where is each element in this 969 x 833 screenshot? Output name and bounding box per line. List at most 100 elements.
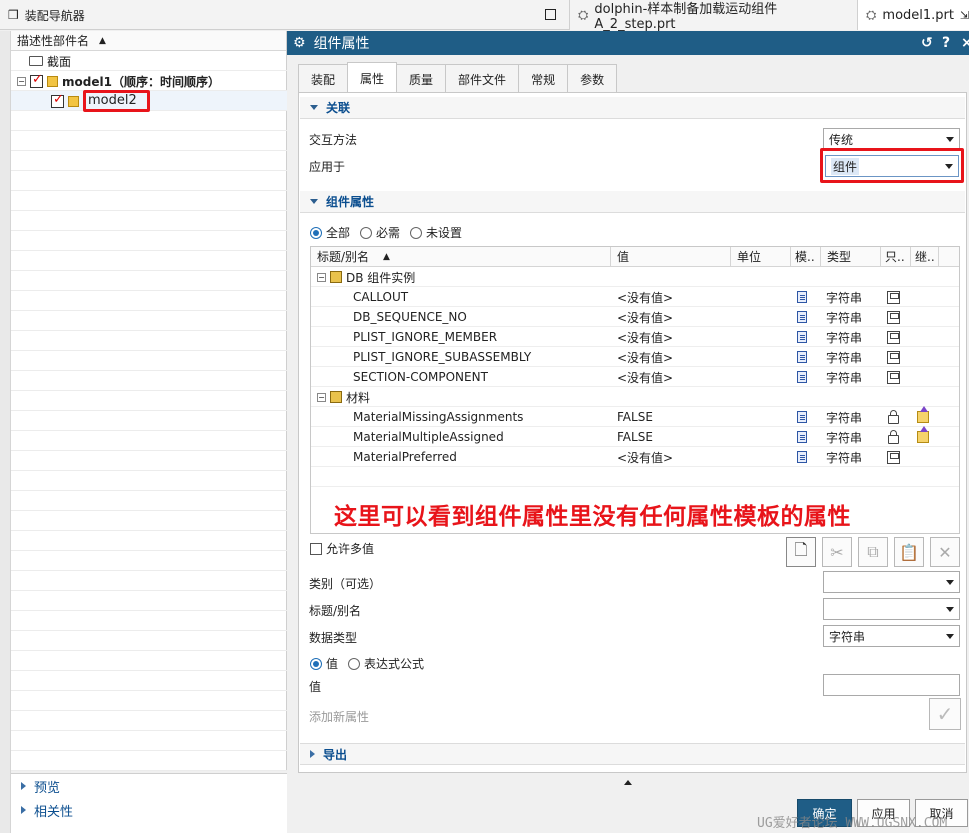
tree-item-model1[interactable]: − model1（顺序：时间顺序） bbox=[17, 71, 220, 91]
interaction-method-select[interactable]: 传统 bbox=[823, 128, 960, 150]
tree-item-model2[interactable]: model2 bbox=[51, 90, 150, 112]
tree-label: model1（顺序：时间顺序） bbox=[62, 74, 220, 89]
sort-ascending-icon: ▲ bbox=[99, 35, 106, 46]
maximize-icon[interactable] bbox=[545, 9, 556, 20]
lock-icon bbox=[888, 429, 899, 444]
visibility-checkbox[interactable] bbox=[30, 72, 43, 88]
section-association-header[interactable]: 关联 bbox=[300, 97, 965, 119]
cell-value: FALSE bbox=[617, 410, 653, 424]
tab-mass[interactable]: 质量 bbox=[396, 64, 447, 93]
chevron-down-icon bbox=[946, 580, 954, 585]
section-component-attributes-header[interactable]: 组件属性 bbox=[300, 191, 965, 213]
tab-general[interactable]: 常规 bbox=[518, 64, 569, 93]
dialog-title-bar: ⚙ 组件属性 ↺ ? × bbox=[287, 31, 969, 55]
navigator-title: 装配导航器 bbox=[24, 8, 85, 23]
table-row[interactable]: SECTION-COMPONENT <没有值> 字符串 bbox=[311, 367, 959, 387]
template-doc-icon bbox=[797, 431, 807, 443]
value-mode-expression-radio[interactable] bbox=[348, 657, 361, 670]
section-export-header[interactable]: 导出 bbox=[300, 743, 965, 765]
add-new-attribute-label: 添加新属性 bbox=[309, 710, 370, 724]
table-row[interactable]: PLIST_IGNORE_SUBASSEMBLY <没有值> 字符串 bbox=[311, 347, 959, 367]
collapse-icon[interactable]: − bbox=[317, 392, 326, 402]
tab-dolphin-prt[interactable]: ⛭ dolphin-样本制备加载运动组件A_2_step.prt bbox=[569, 0, 857, 32]
cell-type: 字符串 bbox=[826, 430, 863, 445]
close-icon[interactable]: × bbox=[961, 35, 969, 51]
delete-button[interactable]: ✕ bbox=[930, 537, 960, 567]
table-row-empty bbox=[311, 467, 959, 487]
column-header-readonly[interactable]: 只.. bbox=[881, 247, 911, 267]
panel-dependencies[interactable]: 相关性 bbox=[11, 798, 287, 822]
delete-icon: ✕ bbox=[938, 542, 952, 562]
navigator-column-header[interactable]: 描述性部件名 ▲ bbox=[11, 31, 286, 51]
filter-unset-radio[interactable] bbox=[410, 226, 423, 239]
cell-value: <没有值> bbox=[617, 330, 674, 345]
group-row[interactable]: − DB 组件实例 bbox=[311, 267, 959, 287]
tab-parameters[interactable]: 参数 bbox=[567, 64, 618, 93]
inherit-icon bbox=[917, 406, 929, 423]
allow-multiple-checkbox[interactable] bbox=[310, 542, 322, 555]
radio-label: 表达式公式 bbox=[364, 657, 425, 671]
reset-icon[interactable]: ↺ bbox=[921, 35, 933, 51]
section-title: 导出 bbox=[323, 747, 348, 762]
column-header-unit[interactable]: 单位 bbox=[731, 247, 791, 267]
tab-assembly[interactable]: 装配 bbox=[298, 64, 349, 93]
table-row[interactable]: MaterialMissingAssignments FALSE 字符串 bbox=[311, 406, 959, 427]
value-mode-value-radio[interactable] bbox=[310, 657, 322, 670]
group-row[interactable]: − 材料 bbox=[311, 387, 959, 407]
apply-to-select[interactable]: 组件 bbox=[825, 155, 959, 177]
title-alias-select[interactable] bbox=[823, 598, 960, 620]
tab-menu-icon[interactable]: ⇲ bbox=[960, 9, 969, 22]
checkbox-label: 允许多值 bbox=[326, 542, 375, 556]
table-row[interactable]: CALLOUT <没有值> 字符串 bbox=[311, 287, 959, 307]
table-row[interactable]: PLIST_IGNORE_MEMBER <没有值> 字符串 bbox=[311, 327, 959, 347]
table-row[interactable]: DB_SEQUENCE_NO <没有值> 字符串 bbox=[311, 307, 959, 327]
new-attribute-button[interactable]: 🗋 bbox=[786, 537, 816, 567]
help-icon[interactable]: ? bbox=[942, 35, 950, 51]
database-icon bbox=[330, 271, 342, 283]
category-select[interactable] bbox=[823, 571, 960, 593]
template-doc-icon bbox=[797, 411, 807, 423]
left-resource-strip bbox=[0, 31, 11, 833]
column-label: 描述性部件名 bbox=[17, 34, 90, 48]
data-type-select[interactable]: 字符串 bbox=[823, 625, 960, 647]
cell-type: 字符串 bbox=[826, 450, 863, 465]
save-icon bbox=[887, 350, 900, 364]
template-doc-icon bbox=[797, 291, 807, 303]
cell-title: DB_SEQUENCE_NO bbox=[353, 310, 467, 324]
tab-attributes[interactable]: 属性 bbox=[347, 62, 398, 93]
cell-type: 字符串 bbox=[826, 370, 863, 385]
title-alias-label: 标题/别名 bbox=[309, 604, 362, 618]
collapse-dialog-bar[interactable] bbox=[287, 775, 969, 789]
dialog-tabs: 装配 属性 质量 部件文件 常规 参数 bbox=[298, 62, 618, 93]
column-header-title[interactable]: 标题/别名 ▲ bbox=[311, 247, 611, 267]
expand-icon bbox=[310, 750, 315, 758]
collapse-icon[interactable]: − bbox=[17, 76, 26, 86]
table-row[interactable]: MaterialPreferred <没有值> 字符串 bbox=[311, 447, 959, 467]
tree-label: 截面 bbox=[47, 54, 72, 69]
cut-button[interactable]: ✂ bbox=[822, 537, 852, 567]
cell-value: <没有值> bbox=[617, 310, 674, 325]
expand-icon bbox=[21, 782, 26, 790]
add-attribute-confirm-button[interactable]: ✓ bbox=[929, 698, 961, 730]
cell-title: SECTION-COMPONENT bbox=[353, 370, 488, 384]
value-input[interactable] bbox=[823, 674, 960, 696]
tree-item-section[interactable]: 截面 bbox=[29, 51, 71, 71]
copy-button[interactable]: ⧉ bbox=[858, 537, 888, 567]
column-header-inherit[interactable]: 继.. bbox=[911, 247, 939, 267]
table-row[interactable]: MaterialMultipleAssigned FALSE 字符串 bbox=[311, 426, 959, 447]
allow-multiple-row[interactable]: 允许多值 bbox=[310, 540, 374, 557]
tab-part-file[interactable]: 部件文件 bbox=[445, 64, 520, 93]
copy-icon: ⧉ bbox=[867, 542, 879, 561]
filter-all-radio[interactable] bbox=[310, 226, 322, 239]
visibility-checkbox[interactable] bbox=[51, 92, 64, 108]
column-header-template[interactable]: 模.. bbox=[791, 247, 821, 267]
column-header-type[interactable]: 类型 bbox=[821, 247, 881, 267]
column-header-value[interactable]: 值 bbox=[611, 247, 731, 267]
part-icon: ⛭ bbox=[866, 7, 877, 23]
paste-button[interactable]: 📋 bbox=[894, 537, 924, 567]
cell-title: CALLOUT bbox=[353, 290, 409, 304]
tab-model1-prt[interactable]: ⛭ model1.prt ⇲ bbox=[857, 0, 969, 30]
panel-preview[interactable]: 预览 bbox=[11, 774, 287, 798]
filter-required-radio[interactable] bbox=[360, 226, 373, 239]
collapse-icon[interactable]: − bbox=[317, 272, 326, 282]
